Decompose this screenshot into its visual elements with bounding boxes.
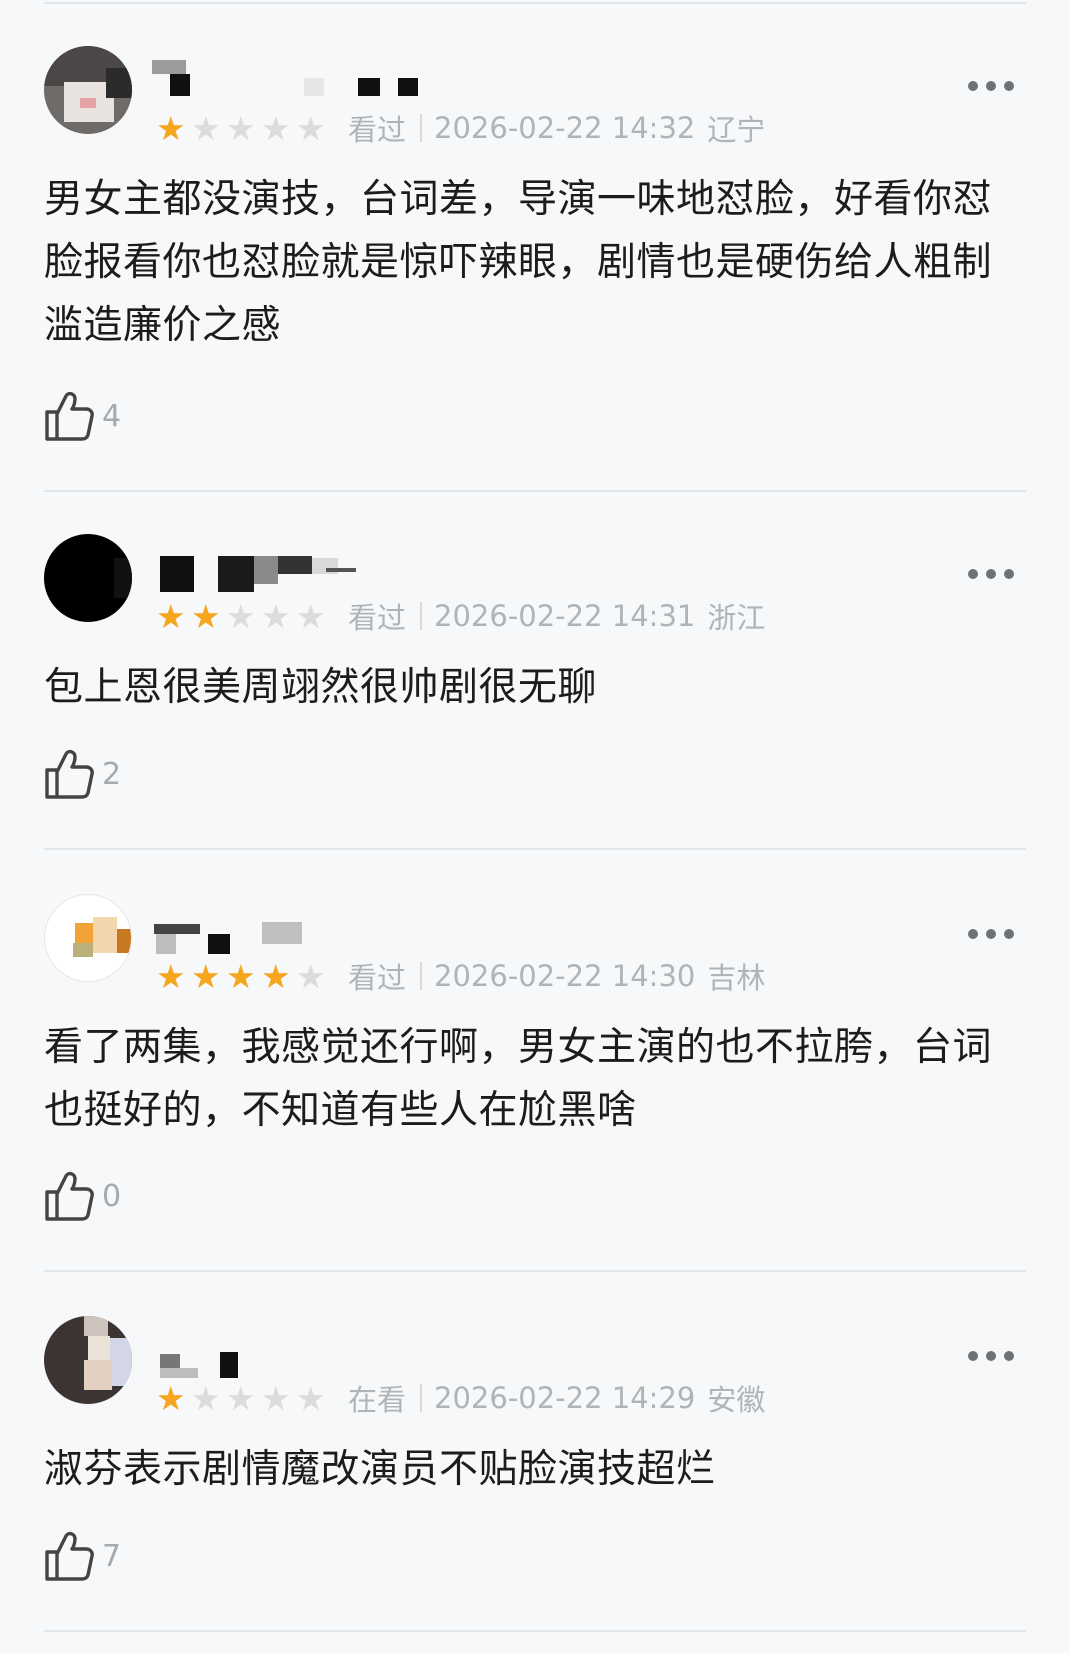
like-count: 2 xyxy=(102,756,122,792)
watch-status: 看过 xyxy=(348,601,407,635)
review-datetime: 2026-02-22 14:29 xyxy=(434,1381,696,1415)
rating-stars: ★ ★ ★ ★ ★ xyxy=(156,600,331,633)
avatar[interactable] xyxy=(44,534,132,622)
thumbs-up-icon xyxy=(44,1170,94,1222)
review-region: 安徽 xyxy=(707,1383,766,1417)
like-button[interactable]: 2 xyxy=(44,748,121,800)
rating-stars: ★ ★ ★ ★ ★ xyxy=(156,1382,331,1415)
star-empty-icon: ★ xyxy=(261,1378,291,1418)
like-button[interactable]: 4 xyxy=(44,390,121,442)
divider xyxy=(44,490,1026,492)
meta-separator xyxy=(420,1384,423,1412)
watch-status: 在看 xyxy=(348,1383,407,1417)
review-meta: ★ ★ ★ ★ ★ 看过 2026-02-22 14:30 吉林 xyxy=(156,956,765,996)
star-filled-icon: ★ xyxy=(156,596,186,636)
avatar[interactable] xyxy=(44,46,132,134)
review-datetime: 2026-02-22 14:32 xyxy=(434,111,696,145)
star-empty-icon: ★ xyxy=(226,596,256,636)
review-meta: ★ ★ ★ ★ ★ 看过 2026-02-22 14:32 辽宁 xyxy=(156,108,765,148)
review-text: 男女主都没演技，台词差，导演一味地怼脸，好看你怼脸报看你也怼脸就是惊吓辣眼，剧情… xyxy=(44,177,993,348)
meta-separator xyxy=(420,602,423,630)
review-region: 吉林 xyxy=(707,961,766,995)
star-filled-icon: ★ xyxy=(191,956,221,996)
thumbs-up-icon xyxy=(44,1530,94,1582)
more-dots-icon[interactable] xyxy=(968,564,1014,584)
star-empty-icon: ★ xyxy=(296,596,326,636)
star-filled-icon: ★ xyxy=(261,956,291,996)
divider xyxy=(44,848,1026,850)
star-empty-icon: ★ xyxy=(261,596,291,636)
divider-top xyxy=(44,2,1026,4)
watch-status: 看过 xyxy=(348,961,407,995)
star-filled-icon: ★ xyxy=(191,596,221,636)
star-empty-icon: ★ xyxy=(261,108,291,148)
review-datetime: 2026-02-22 14:30 xyxy=(434,959,696,993)
review-text: 包上恩很美周翊然很帅剧很无聊 xyxy=(44,665,598,710)
star-empty-icon: ★ xyxy=(191,1378,221,1418)
review-region: 浙江 xyxy=(707,601,766,635)
meta-separator xyxy=(420,114,423,142)
username-redacted[interactable] xyxy=(158,1330,458,1378)
divider xyxy=(44,1270,1026,1272)
rating-stars: ★ ★ ★ ★ ★ xyxy=(156,112,331,145)
review-datetime: 2026-02-22 14:31 xyxy=(434,599,696,633)
star-filled-icon: ★ xyxy=(156,108,186,148)
review-region: 辽宁 xyxy=(707,113,766,147)
like-count: 0 xyxy=(102,1178,122,1214)
star-empty-icon: ★ xyxy=(226,1378,256,1418)
thumbs-up-icon xyxy=(44,748,94,800)
username-redacted[interactable] xyxy=(154,908,458,954)
rating-stars: ★ ★ ★ ★ ★ xyxy=(156,960,331,993)
more-dots-icon[interactable] xyxy=(968,1346,1014,1366)
review-text: 看了两集，我感觉还行啊，男女主演的也不拉胯，台词也挺好的，不知道有些人在尬黑啥 xyxy=(44,1025,993,1133)
review-meta: ★ ★ ★ ★ ★ 看过 2026-02-22 14:31 浙江 xyxy=(156,596,765,636)
divider xyxy=(44,1630,1026,1632)
thumbs-up-icon xyxy=(44,390,94,442)
review-meta: ★ ★ ★ ★ ★ 在看 2026-02-22 14:29 安徽 xyxy=(156,1378,765,1418)
star-empty-icon: ★ xyxy=(296,956,326,996)
meta-separator xyxy=(420,962,423,990)
star-filled-icon: ★ xyxy=(226,956,256,996)
watch-status: 看过 xyxy=(348,113,407,147)
like-count: 7 xyxy=(102,1538,122,1574)
more-dots-icon[interactable] xyxy=(968,76,1014,96)
like-button[interactable]: 7 xyxy=(44,1530,121,1582)
star-empty-icon: ★ xyxy=(296,108,326,148)
avatar[interactable] xyxy=(44,894,132,982)
star-filled-icon: ★ xyxy=(156,1378,186,1418)
username-redacted[interactable] xyxy=(152,60,458,100)
more-dots-icon[interactable] xyxy=(968,924,1014,944)
avatar[interactable] xyxy=(44,1316,132,1404)
like-count: 4 xyxy=(102,398,122,434)
star-filled-icon: ★ xyxy=(156,956,186,996)
star-empty-icon: ★ xyxy=(296,1378,326,1418)
star-empty-icon: ★ xyxy=(191,108,221,148)
review-text: 淑芬表示剧情魔改演员不贴脸演技超烂 xyxy=(44,1447,716,1492)
star-empty-icon: ★ xyxy=(226,108,256,148)
username-redacted[interactable] xyxy=(158,548,458,592)
like-button[interactable]: 0 xyxy=(44,1170,121,1222)
